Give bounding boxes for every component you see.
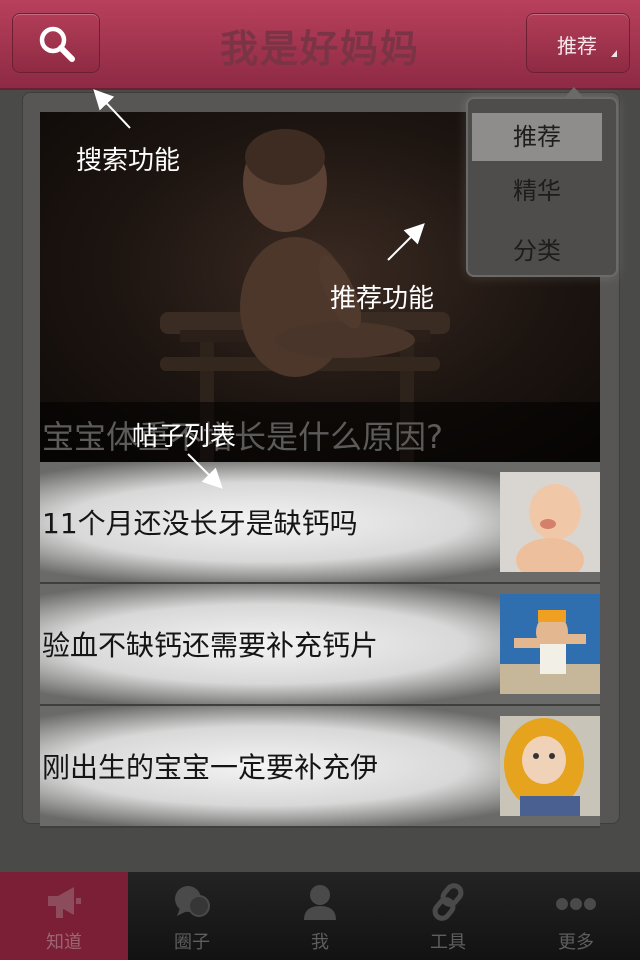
recommend-annotation-arrow xyxy=(387,223,425,261)
tab-zhidao[interactable]: 知道 xyxy=(0,872,128,960)
post-list-annotation-label: 帖子列表 xyxy=(132,422,237,452)
chat-bubbles-icon xyxy=(175,886,210,917)
tab-label: 更多 xyxy=(558,932,594,953)
tab-label: 工具 xyxy=(430,932,466,953)
link-icon xyxy=(432,883,464,921)
tab-label: 我 xyxy=(311,932,329,953)
tab-more[interactable]: 更多 xyxy=(512,872,640,960)
tab-label: 圈子 xyxy=(174,932,210,953)
more-dots-icon xyxy=(556,898,596,910)
tab-label: 知道 xyxy=(46,932,82,953)
tab-tools[interactable]: 工具 xyxy=(384,872,512,960)
tab-me[interactable]: 我 xyxy=(256,872,384,960)
megaphone-icon xyxy=(48,887,81,918)
bottom-tab-bar: 知道 圈子 我 工具 更多 xyxy=(0,872,640,960)
recommend-annotation-label: 推荐功能 xyxy=(330,284,435,314)
search-annotation-arrow xyxy=(93,89,131,129)
post-list-annotation-arrow xyxy=(187,453,223,489)
user-icon xyxy=(304,885,336,920)
tab-quanzi[interactable]: 圈子 xyxy=(128,872,256,960)
search-annotation-label: 搜索功能 xyxy=(76,146,181,176)
